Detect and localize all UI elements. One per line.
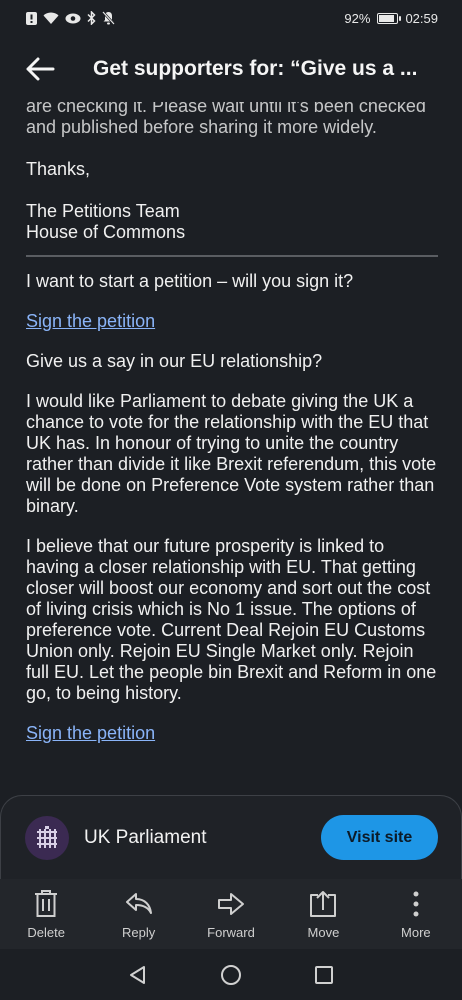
bottom-toolbar: Delete Reply Forward Move More bbox=[0, 879, 462, 949]
sign-petition-link[interactable]: Sign the petition bbox=[26, 311, 155, 331]
delete-button[interactable]: Delete bbox=[0, 879, 92, 949]
bluetooth-icon bbox=[87, 11, 96, 25]
forward-label: Forward bbox=[207, 925, 255, 940]
move-label: Move bbox=[307, 925, 340, 940]
trash-icon bbox=[35, 890, 58, 917]
arrow-left-icon bbox=[26, 57, 55, 81]
back-button[interactable] bbox=[0, 36, 80, 102]
intro-text: I want to start a petition – will you si… bbox=[26, 271, 354, 291]
wifi-icon bbox=[43, 12, 59, 24]
more-button[interactable]: More bbox=[370, 879, 462, 949]
thanks-text: Thanks, bbox=[26, 159, 91, 179]
petition-title: Give us a say in our EU relationship? bbox=[26, 351, 323, 371]
signoff-house: House of Commons bbox=[26, 222, 186, 242]
forward-icon bbox=[218, 893, 245, 915]
eye-icon bbox=[65, 13, 81, 23]
more-label: More bbox=[401, 925, 431, 940]
clipped-paragraph: are checking it. Please wait until it’s … bbox=[26, 102, 426, 137]
move-button[interactable]: Move bbox=[277, 879, 369, 949]
app-bar: Get supporters for: “Give us a ... bbox=[0, 36, 462, 102]
email-body[interactable]: are checking it. Please wait until it’s … bbox=[26, 102, 438, 792]
alert-icon bbox=[26, 11, 37, 25]
reply-icon bbox=[125, 893, 152, 914]
home-circle-icon[interactable] bbox=[220, 964, 242, 986]
reply-button[interactable]: Reply bbox=[92, 879, 184, 949]
battery-percent: 92% bbox=[344, 10, 371, 26]
battery-icon bbox=[377, 12, 402, 24]
visit-site-button[interactable]: Visit site bbox=[321, 815, 438, 860]
portcullis-logo-icon bbox=[25, 816, 69, 860]
petition-paragraph-2: I believe that our future prosperity is … bbox=[26, 536, 437, 703]
battery-level-fill bbox=[379, 14, 395, 22]
site-card: UK Parliament Visit site bbox=[0, 795, 462, 879]
reply-label: Reply bbox=[121, 925, 156, 940]
site-name: UK Parliament bbox=[84, 827, 207, 848]
move-icon bbox=[310, 891, 337, 917]
back-triangle-icon[interactable] bbox=[128, 965, 148, 985]
status-icons bbox=[26, 11, 115, 25]
status-right: 92% 02:59 bbox=[344, 11, 438, 26]
recents-square-icon[interactable] bbox=[314, 965, 334, 985]
divider bbox=[26, 255, 438, 257]
system-nav-bar bbox=[0, 949, 462, 1000]
delete-label: Delete bbox=[27, 925, 65, 940]
clock: 02:59 bbox=[405, 10, 438, 26]
signoff-team: The Petitions Team bbox=[26, 201, 180, 221]
forward-button[interactable]: Forward bbox=[185, 879, 277, 949]
petition-paragraph-1: I would like Parliament to debate giving… bbox=[26, 391, 437, 516]
more-icon bbox=[413, 891, 419, 917]
page-title: Get supporters for: “Give us a ... bbox=[93, 57, 418, 80]
sign-petition-link-2[interactable]: Sign the petition bbox=[26, 723, 155, 743]
mute-bell-icon bbox=[102, 11, 115, 25]
status-bar: 92% 02:59 bbox=[0, 0, 462, 36]
